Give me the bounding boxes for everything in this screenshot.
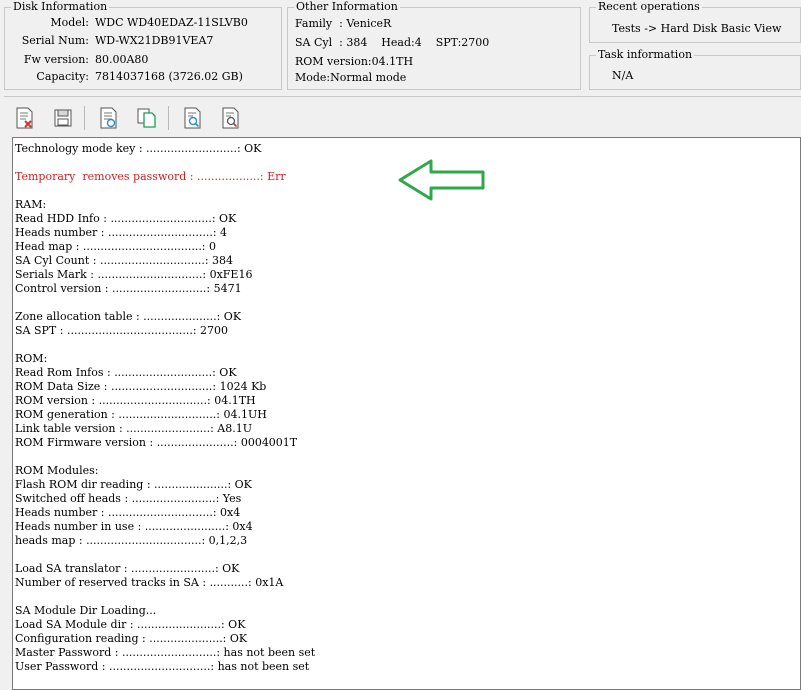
- task-information-title: Task information: [596, 48, 695, 62]
- log-line: Load SA Module dir : ...................…: [15, 618, 246, 631]
- recent-operation-item[interactable]: Tests -> Hard Disk Basic View: [612, 20, 781, 37]
- log-line: ROM:: [15, 352, 48, 365]
- other-information-title: Other Information: [294, 0, 400, 14]
- log-line: ROM Firmware version : .................…: [15, 436, 298, 449]
- log-line: SA Cyl Count : .........................…: [15, 254, 234, 267]
- report-button[interactable]: [96, 105, 122, 131]
- log-line: RAM:: [15, 198, 47, 211]
- log-line: Head map : .............................…: [15, 240, 217, 253]
- log-line: Configuration reading : ................…: [15, 632, 248, 645]
- capacity-row: Capacity: 7814037168 (3726.02 GB): [9, 68, 243, 85]
- other-information-panel: Other Information Family : VeniceR SA Cy…: [287, 0, 581, 90]
- log-line: Switched off heads : ...................…: [15, 492, 242, 505]
- model-row: Model: WDC WD40EDAZ-11SLVB0: [9, 14, 248, 31]
- capacity-label: Capacity:: [36, 70, 89, 83]
- serial-value: WD-WX21DB91VEA7: [95, 34, 214, 47]
- toolbar: [4, 96, 801, 137]
- log-line: Read Rom Infos : .......................…: [15, 366, 237, 379]
- log-line: heads map : ............................…: [15, 534, 248, 547]
- log-line: Master Password : ......................…: [15, 646, 316, 659]
- save-button[interactable]: [50, 105, 76, 131]
- capacity-value: 7814037168 (3726.02 GB): [95, 70, 243, 83]
- log-line: Heads number : .........................…: [15, 506, 241, 519]
- log-line: Temporary removes password : ...........…: [15, 170, 286, 183]
- log-line: ROM Data Size : ........................…: [15, 380, 267, 393]
- toolbar-separator: [168, 106, 169, 130]
- log-line: ROM generation : .......................…: [15, 408, 267, 421]
- log-line: Number of reserved tracks in SA : ......…: [15, 576, 284, 589]
- recent-operations-panel: Recent operations Tests -> Hard Disk Bas…: [589, 0, 801, 43]
- copy-button[interactable]: [134, 105, 160, 131]
- log-line: Heads number : .........................…: [15, 226, 228, 239]
- fw-label: Fw version:: [23, 53, 89, 66]
- log-line: Link table version : ...................…: [15, 422, 252, 435]
- task-information-value: N/A: [612, 69, 634, 82]
- log-line: Flash ROM dir reading : ................…: [15, 478, 252, 491]
- log-line: SA Module Dir Loading...: [15, 604, 157, 617]
- model-value: WDC WD40EDAZ-11SLVB0: [95, 16, 248, 29]
- log-line: Serials Mark : .........................…: [15, 268, 253, 281]
- toolbar-separator: [84, 106, 85, 130]
- disk-information-panel: Disk Information Model: WDC WD40EDAZ-11SL…: [4, 0, 282, 90]
- fw-row: Fw version: 80.00A80: [9, 51, 149, 68]
- arrow-left-icon: [398, 159, 485, 201]
- copy-icon: [137, 108, 156, 128]
- fw-value: 80.00A80: [95, 53, 149, 66]
- disk-information-title: Disk Information: [11, 0, 110, 14]
- save-icon: [54, 109, 72, 127]
- search-log-button[interactable]: [180, 105, 206, 131]
- report-icon: [100, 107, 117, 129]
- log-line: Control version : ......................…: [15, 282, 242, 295]
- family-line: Family : VeniceR: [295, 17, 392, 30]
- search-log-icon: [184, 107, 201, 129]
- log-line: Heads number in use : ..................…: [15, 520, 253, 533]
- serial-row: Serial Num: WD-WX21DB91VEA7: [9, 32, 214, 49]
- sa-cyl-line: SA Cyl : 384 Head:4 SPT:2700: [295, 36, 490, 49]
- log-line: Technology mode key : ..................…: [15, 142, 262, 155]
- log-line: Zone allocation table : ................…: [15, 310, 242, 323]
- log-line: ROM version : ..........................…: [15, 394, 256, 407]
- log-line: Read HDD Info : ........................…: [15, 212, 237, 225]
- log-line: ROM Modules:: [15, 464, 99, 477]
- recent-operations-title: Recent operations: [596, 0, 702, 14]
- log-line: User Password : ........................…: [15, 660, 310, 673]
- task-information-panel: Task information N/A: [589, 48, 801, 90]
- export-log-icon: [222, 107, 239, 129]
- model-label: Model:: [50, 16, 89, 29]
- export-log-button[interactable]: [218, 105, 244, 131]
- mode-line: Mode:Normal mode: [295, 71, 407, 84]
- clear-log-button[interactable]: [12, 105, 38, 131]
- log-output-panel[interactable]: Technology mode key : ..................…: [12, 137, 801, 690]
- log-line: Load SA translator : ...................…: [15, 562, 240, 575]
- rom-version-line: ROM version:04.1TH: [295, 55, 414, 68]
- clear-log-icon: [16, 107, 33, 129]
- log-text: Technology mode key : ..................…: [15, 142, 315, 674]
- log-line: SA SPT : ...............................…: [15, 324, 229, 337]
- serial-label: Serial Num:: [21, 34, 89, 47]
